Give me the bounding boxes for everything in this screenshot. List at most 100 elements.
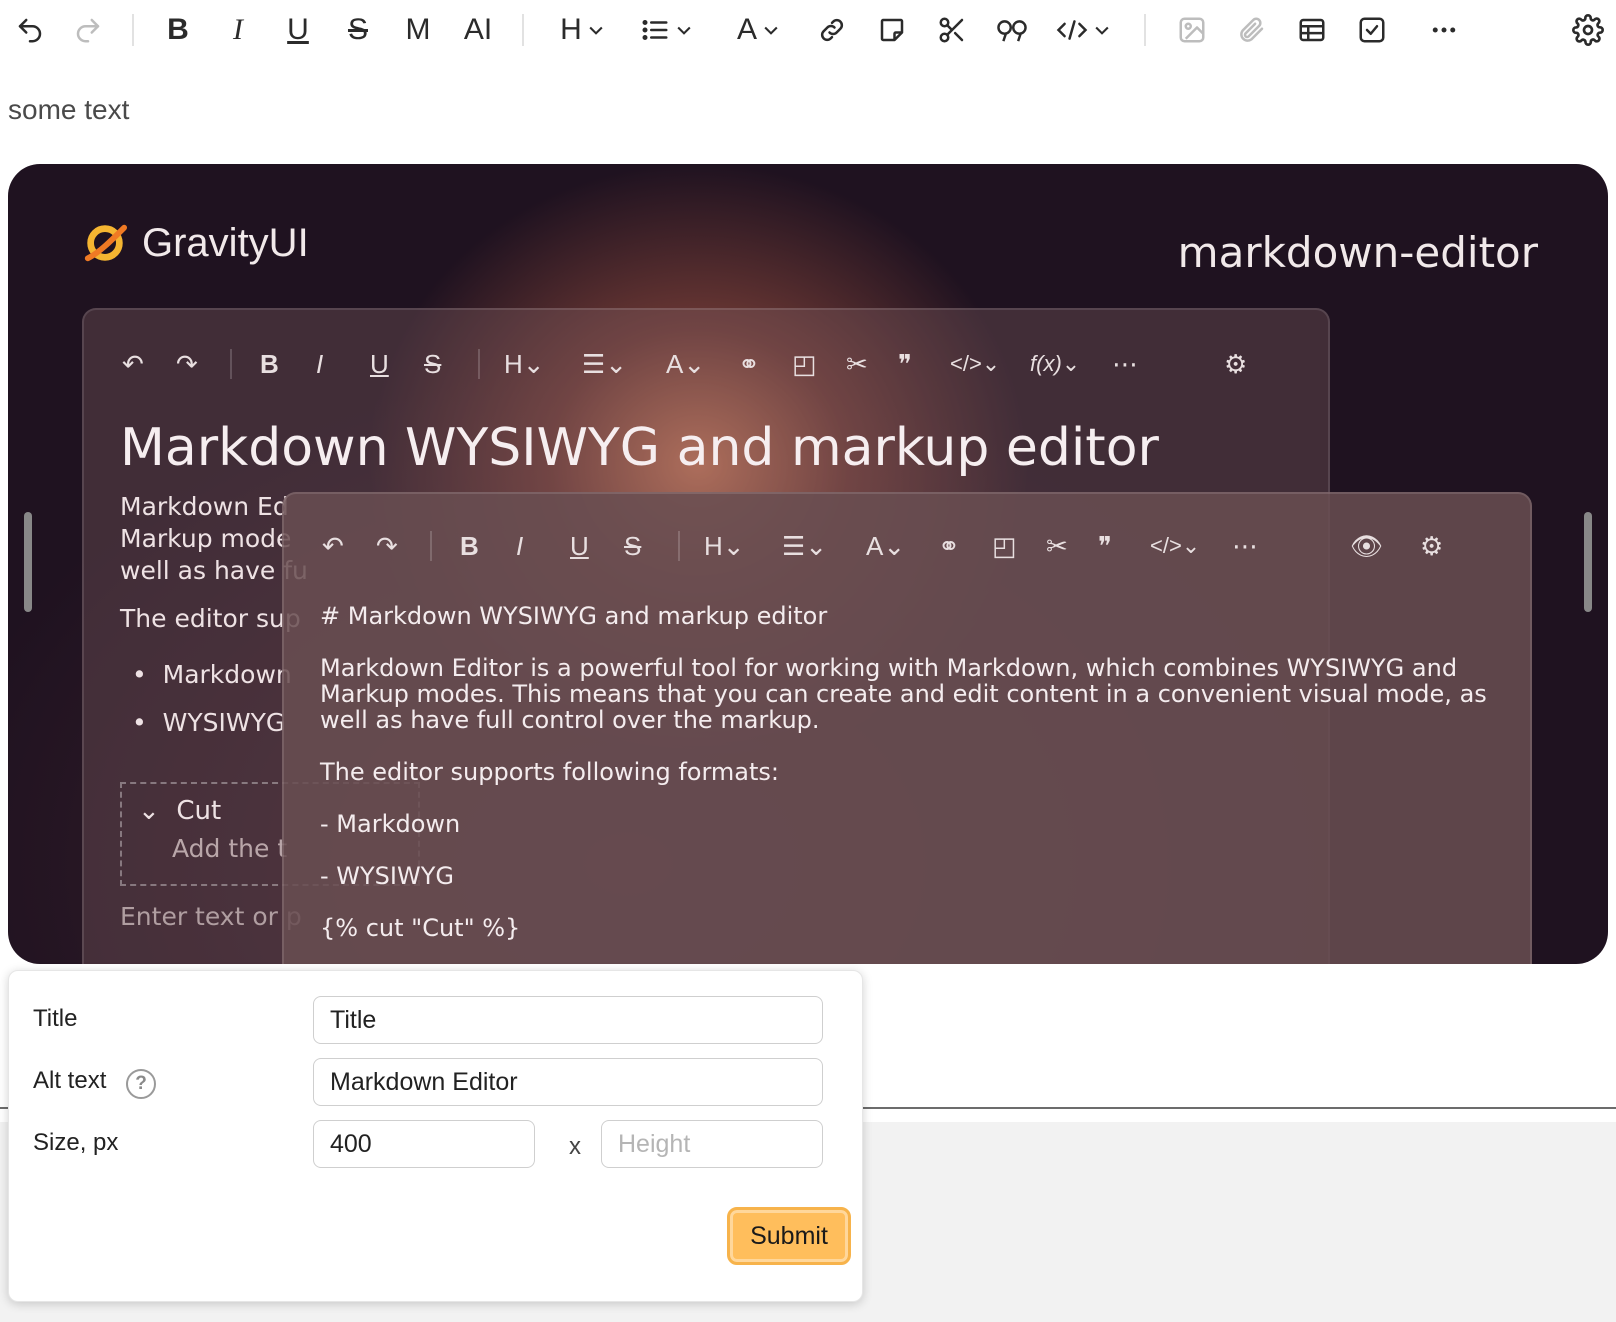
preview-cut-title: Cut (176, 796, 222, 826)
note-icon: ◰ (992, 530, 1017, 561)
mark-button[interactable]: AI (458, 9, 498, 51)
link-icon (820, 18, 844, 42)
undo-button[interactable] (10, 9, 50, 51)
brand-name: GravityUI (142, 220, 309, 265)
mark-icon: AI (463, 13, 493, 46)
underline-icon: U (570, 530, 589, 561)
undo-icon: ↶ (322, 530, 344, 561)
preview-text-line: Markdown Ed (120, 492, 289, 521)
width-input[interactable] (313, 1120, 535, 1168)
list-icon: ☰⌄ (782, 530, 828, 561)
quote-icon: ❞ (898, 348, 912, 379)
preview-cut-body: Add the t (172, 834, 288, 863)
list-dropdown[interactable] (636, 9, 698, 51)
italic-button[interactable]: I (218, 9, 258, 51)
formula-label: f(x) (1030, 351, 1062, 376)
image-resize-handle-left[interactable] (24, 512, 32, 612)
text-color-icon: A⌄ (666, 348, 706, 379)
scissors-icon: ✂ (1046, 530, 1068, 561)
heading-icon: H (560, 13, 582, 46)
underline-icon: U (287, 13, 309, 46)
bold-icon: B (460, 530, 479, 561)
link-icon: ⚭ (738, 348, 760, 379)
bold-icon: B (260, 348, 279, 379)
image-icon (1179, 17, 1205, 43)
table-button[interactable] (1292, 9, 1332, 51)
redo-icon: ↷ (376, 530, 398, 561)
redo-icon: ↷ (176, 348, 198, 379)
alt-text-input[interactable] (313, 1058, 823, 1106)
text-color-icon: A (736, 13, 757, 46)
quote-icon (997, 20, 1027, 42)
product-name: markdown-editor (1177, 228, 1538, 277)
paragraph-text[interactable]: some text (8, 94, 129, 126)
preview-bullet-text: Markdown (162, 660, 292, 689)
code-icon (1056, 20, 1088, 40)
heading-icon: H⌄ (504, 348, 545, 379)
eye-icon: 👁 (1350, 530, 1384, 561)
code-icon: </>⌄ (950, 351, 1001, 376)
file-button[interactable] (1232, 9, 1272, 51)
list-icon (642, 20, 668, 40)
toolbar-divider (522, 14, 524, 46)
strikethrough-button[interactable]: S (338, 9, 378, 51)
bold-icon: B (167, 13, 189, 46)
italic-icon: I (516, 530, 524, 561)
markup-text-line: Markup modes. This means that you can cr… (320, 680, 1487, 708)
preview-bullet: • Markdown (132, 660, 292, 689)
note-button[interactable] (872, 9, 912, 51)
more-icon (1432, 27, 1456, 33)
submit-button[interactable]: Submit (727, 1207, 851, 1265)
strikethrough-icon: S (347, 13, 368, 46)
more-button[interactable] (1422, 9, 1466, 51)
gear-icon: ⚙ (1224, 348, 1248, 379)
strikethrough-icon: S (424, 348, 442, 379)
selected-image[interactable]: GravityUI markdown-editor ↶ ↷ B I U S H⌄… (8, 164, 1608, 964)
code-dropdown[interactable] (1052, 9, 1116, 51)
settings-button[interactable] (1568, 9, 1608, 51)
cut-button[interactable] (932, 9, 972, 51)
preview-text-line: The editor sup (120, 604, 301, 633)
preview-bullet: • WYSIWYG (132, 708, 286, 737)
chevron-down-icon (764, 26, 778, 35)
quote-icon: ❞ (1098, 530, 1112, 561)
preview-text-line: well as have fu (120, 556, 308, 585)
title-input[interactable] (313, 996, 823, 1044)
heading-dropdown[interactable]: H (552, 9, 614, 51)
strikethrough-icon: S (624, 530, 642, 561)
markup-text-line: The editor supports following formats: (320, 758, 779, 786)
markup-editor-preview: ↶ ↷ B I U S H⌄ ☰⌄ A⌄ ⚭ ◰ ✂ ❞ </>⌄ ⋯ 👁 ⚙ … (282, 492, 1532, 964)
alt-text-label: Alt text (33, 1067, 107, 1094)
title-label: Title (33, 1005, 78, 1032)
gravityui-logo: GravityUI (82, 220, 309, 266)
italic-icon: I (233, 13, 243, 46)
checkbox-button[interactable] (1352, 9, 1392, 51)
toolbar-divider (1144, 14, 1146, 46)
gear-icon: ⚙ (1420, 530, 1444, 561)
chevron-down-icon (1095, 26, 1109, 35)
markup-list-item: - WYSIWYG (320, 862, 454, 890)
help-icon[interactable]: ? (126, 1069, 156, 1099)
formula-icon: f(x) ⌄ (1030, 351, 1081, 376)
height-input[interactable] (601, 1120, 823, 1168)
underline-icon: U (370, 348, 389, 379)
bold-button[interactable]: B (158, 9, 198, 51)
redo-button[interactable] (68, 9, 108, 51)
image-resize-handle-right[interactable] (1584, 512, 1592, 612)
toolbar-divider (132, 14, 134, 46)
markup-list-item: - Markdown (320, 810, 461, 838)
mono-button[interactable]: M (398, 9, 438, 51)
quote-button[interactable] (992, 9, 1032, 51)
mono-icon: M (405, 13, 431, 46)
image-button[interactable] (1172, 9, 1212, 51)
link-button[interactable] (812, 9, 852, 51)
toolbar-divider (678, 531, 680, 561)
markup-heading: # Markdown WYSIWYG and markup editor (320, 602, 828, 630)
heading-icon: H⌄ (704, 530, 745, 561)
size-separator: x (569, 1133, 581, 1160)
underline-button[interactable]: U (278, 9, 318, 51)
text-color-dropdown[interactable]: A (728, 9, 790, 51)
scissors-icon (939, 17, 964, 43)
code-icon: </>⌄ (1150, 533, 1201, 558)
undo-icon: ↶ (122, 348, 144, 379)
